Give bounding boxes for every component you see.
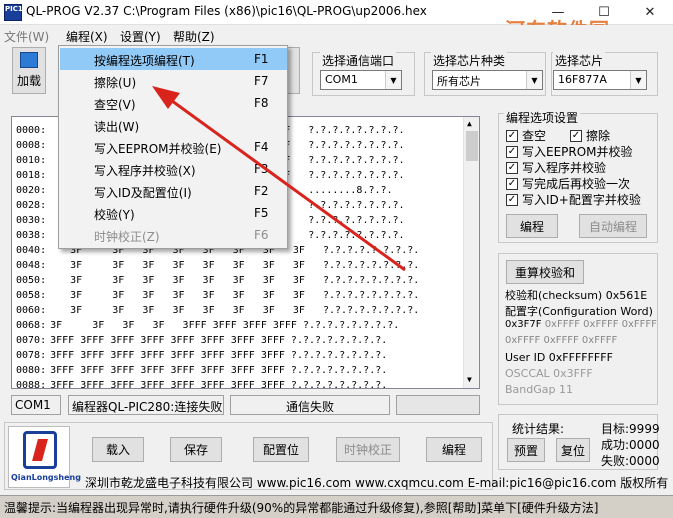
arrow-shaft xyxy=(167,96,406,272)
arrow-head-icon xyxy=(152,86,180,109)
annotation-arrow xyxy=(152,86,406,272)
